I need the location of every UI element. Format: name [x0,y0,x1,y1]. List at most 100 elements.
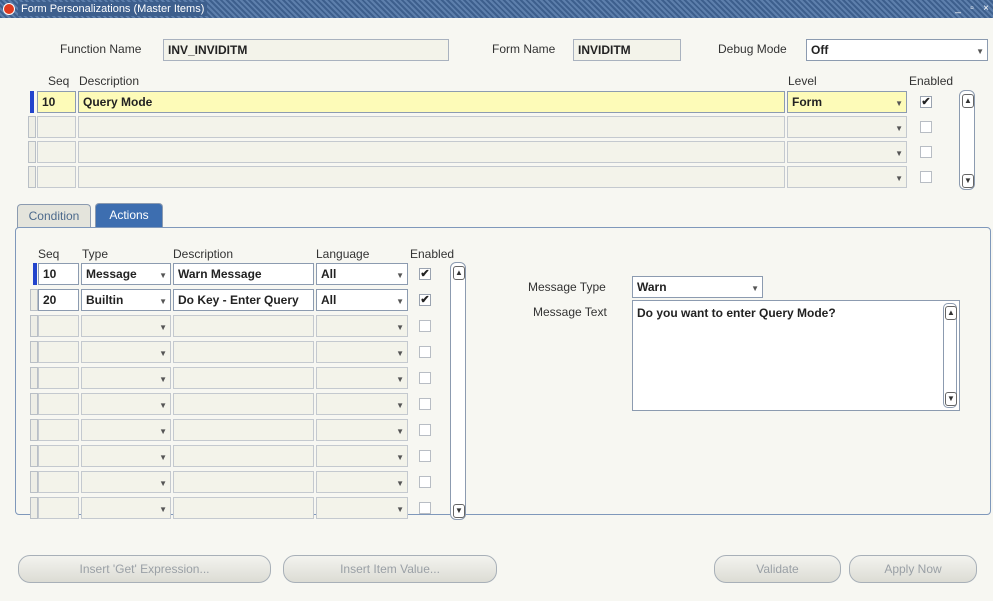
validate-button[interactable]: Validate [714,555,841,583]
function-name-field[interactable]: INV_INVIDITM [163,39,449,61]
row-indicator[interactable] [28,141,36,163]
action-enabled-checkbox[interactable] [419,450,431,462]
form-name-field[interactable]: INVIDITM [573,39,681,61]
row-indicator[interactable] [30,471,38,493]
tab-condition[interactable]: Condition [17,204,91,228]
rule-level-select[interactable]: ▼ [787,141,907,163]
action-language-select[interactable]: All ▼ [316,263,408,285]
row-indicator[interactable] [28,166,36,188]
rules-scrollbar[interactable]: ▲ ▼ [959,90,975,190]
row-indicator[interactable] [30,91,34,113]
action-seq-field[interactable]: 20 [38,289,79,311]
scroll-up-icon[interactable]: ▲ [453,266,465,280]
action-type-select[interactable]: ▼ [81,393,171,415]
scroll-up-icon[interactable]: ▲ [945,306,957,320]
row-indicator[interactable] [28,116,36,138]
rule-level-select[interactable]: ▼ [787,166,907,188]
scroll-down-icon[interactable]: ▼ [453,504,465,518]
action-enabled-checkbox[interactable] [419,320,431,332]
scroll-up-icon[interactable]: ▲ [962,94,974,108]
action-enabled-checkbox[interactable] [419,346,431,358]
action-seq-field[interactable]: 10 [38,263,79,285]
action-language-select[interactable]: ▼ [316,341,408,363]
action-description-field[interactable] [173,393,314,415]
action-language-select[interactable]: ▼ [316,315,408,337]
action-type-select[interactable]: ▼ [81,445,171,467]
action-seq-field[interactable] [38,315,79,337]
insert-get-expression-button[interactable]: Insert 'Get' Expression... [18,555,271,583]
action-seq-field[interactable] [38,367,79,389]
action-language-select[interactable]: ▼ [316,367,408,389]
rule-enabled-checkbox[interactable] [920,171,932,183]
action-type-select[interactable]: ▼ [81,497,171,519]
row-indicator[interactable] [30,341,38,363]
action-enabled-checkbox[interactable]: ✔ [419,268,431,280]
rule-description-field[interactable]: Query Mode [78,91,785,113]
tab-actions[interactable]: Actions [95,203,163,228]
rule-level-select[interactable]: Form ▼ [787,91,907,113]
action-description-field[interactable] [173,471,314,493]
action-description-field[interactable] [173,367,314,389]
message-type-select[interactable]: Warn ▼ [632,276,763,298]
maximize-icon[interactable]: ▫ [966,2,978,15]
action-description-field[interactable] [173,341,314,363]
row-indicator[interactable] [30,497,38,519]
action-enabled-checkbox[interactable] [419,398,431,410]
rule-seq-field[interactable] [37,116,76,138]
actions-scrollbar[interactable]: ▲ ▼ [450,262,466,520]
action-language-select[interactable]: ▼ [316,445,408,467]
action-enabled-checkbox[interactable]: ✔ [419,294,431,306]
rule-description-field[interactable] [78,141,785,163]
apply-now-button[interactable]: Apply Now [849,555,977,583]
action-enabled-checkbox[interactable] [419,476,431,488]
close-icon[interactable]: × [980,2,992,15]
action-type-select[interactable]: ▼ [81,367,171,389]
rule-seq-field[interactable]: 10 [37,91,76,113]
action-language-select[interactable]: ▼ [316,393,408,415]
action-enabled-checkbox[interactable] [419,424,431,436]
action-language-select[interactable]: ▼ [316,471,408,493]
action-seq-field[interactable] [38,471,79,493]
message-text-area[interactable]: Do you want to enter Query Mode? [632,300,960,411]
rule-enabled-checkbox[interactable]: ✔ [920,96,932,108]
action-seq-field[interactable] [38,341,79,363]
scroll-down-icon[interactable]: ▼ [945,392,957,406]
action-type-select[interactable]: ▼ [81,419,171,441]
rule-level-select[interactable]: ▼ [787,116,907,138]
rule-enabled-checkbox[interactable] [920,146,932,158]
minimize-icon[interactable]: _ [952,2,964,15]
action-seq-field[interactable] [38,419,79,441]
row-indicator[interactable] [30,289,38,311]
rule-description-field[interactable] [78,166,785,188]
action-type-select[interactable]: ▼ [81,315,171,337]
action-type-select[interactable]: Builtin ▼ [81,289,171,311]
action-language-select[interactable]: All ▼ [316,289,408,311]
action-seq-field[interactable] [38,497,79,519]
action-description-field[interactable] [173,445,314,467]
row-indicator[interactable] [30,393,38,415]
action-type-select[interactable]: ▼ [81,471,171,493]
rule-description-field[interactable] [78,116,785,138]
action-seq-field[interactable] [38,445,79,467]
action-type-select[interactable]: Message ▼ [81,263,171,285]
row-indicator[interactable] [30,419,38,441]
action-type-select[interactable]: ▼ [81,341,171,363]
row-indicator[interactable] [33,263,37,285]
debug-mode-select[interactable]: Off ▼ [806,39,988,61]
action-language-select[interactable]: ▼ [316,419,408,441]
scroll-down-icon[interactable]: ▼ [962,174,974,188]
row-indicator[interactable] [30,445,38,467]
row-indicator[interactable] [30,315,38,337]
action-enabled-checkbox[interactable] [419,502,431,514]
action-enabled-checkbox[interactable] [419,372,431,384]
message-text-scrollbar[interactable]: ▲ ▼ [943,303,957,408]
rule-seq-field[interactable] [37,166,76,188]
action-seq-field[interactable] [38,393,79,415]
action-description-field[interactable]: Do Key - Enter Query [173,289,314,311]
action-description-field[interactable] [173,497,314,519]
insert-item-value-button[interactable]: Insert Item Value... [283,555,497,583]
action-description-field[interactable] [173,315,314,337]
row-indicator[interactable] [30,367,38,389]
rule-seq-field[interactable] [37,141,76,163]
rule-enabled-checkbox[interactable] [920,121,932,133]
